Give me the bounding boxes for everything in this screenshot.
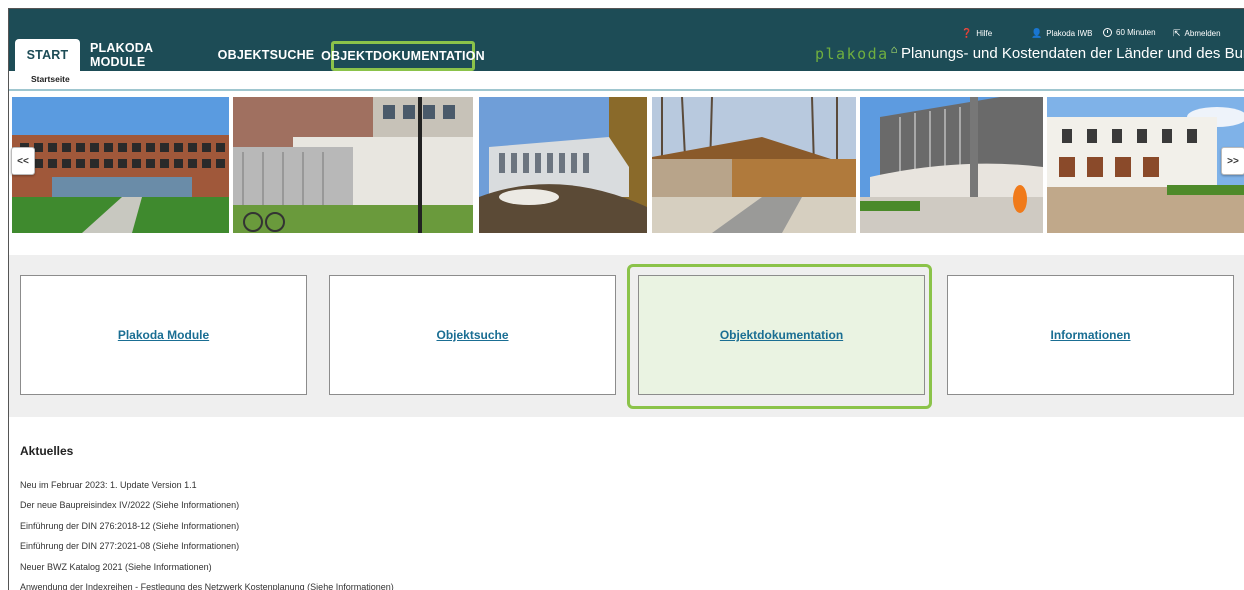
carousel-photo-service-building[interactable] <box>233 97 473 233</box>
logout-label: Abmelden <box>1184 29 1221 38</box>
session-timer: 60 Minuten <box>1103 28 1156 37</box>
tile-objektsuche[interactable]: Objektsuche <box>329 275 616 395</box>
user-link[interactable]: 👤 Plakoda IWB <box>1031 28 1092 39</box>
tile-objektdokumentation-link[interactable]: Objektdokumentation <box>720 328 843 342</box>
plakoda-logo: plakoda ⌂ <box>815 43 899 63</box>
carousel-photo-round-building[interactable] <box>860 97 1043 233</box>
carousel-photo-curved-building[interactable] <box>479 97 647 233</box>
logo-house-icon: ⌂ <box>890 43 899 56</box>
carousel-next-button[interactable]: >> <box>1221 147 1244 175</box>
logout-icon: ⇱ <box>1173 28 1181 38</box>
user-label: Plakoda IWB <box>1046 29 1093 38</box>
breadcrumb: Startseite <box>9 71 1244 91</box>
logo-text: plakoda <box>815 45 889 63</box>
help-icon: ❓ <box>961 28 973 38</box>
news-item: Einführung der DIN 276:2018-12 (Siehe In… <box>20 520 240 531</box>
module-tiles: Plakoda Module Objektsuche Objektdokumen… <box>9 255 1244 417</box>
tab-plakoda-module[interactable]: PLAKODA MODULE <box>90 39 208 71</box>
tile-informationen[interactable]: Informationen <box>947 275 1234 395</box>
tile-objektdokumentation[interactable]: Objektdokumentation <box>638 275 925 395</box>
clock-icon <box>1103 28 1112 37</box>
tab-objektsuche[interactable]: OBJEKTSUCHE <box>218 39 314 71</box>
help-link[interactable]: ❓ Hilfe <box>961 28 992 39</box>
tile-plakoda-module-link[interactable]: Plakoda Module <box>118 328 209 342</box>
breadcrumb-current: Startseite <box>31 74 70 84</box>
top-header: START PLAKODA MODULE OBJEKTSUCHE OBJEKTD… <box>9 9 1244 71</box>
carousel-prev-button[interactable]: << <box>11 147 35 175</box>
news-item: Einführung der DIN 277:2021-08 (Siehe In… <box>20 541 240 552</box>
help-label: Hilfe <box>976 29 993 38</box>
logout-link[interactable]: ⇱ Abmelden <box>1173 28 1221 39</box>
carousel-photo-timber-hall[interactable] <box>652 97 856 233</box>
carousel-photo-terraced-building[interactable] <box>1047 97 1244 233</box>
app-frame: START PLAKODA MODULE OBJEKTSUCHE OBJEKTD… <box>8 8 1244 590</box>
tab-objektdokumentation[interactable]: OBJEKTDOKUMENTATION <box>321 41 485 71</box>
tab-start[interactable]: START <box>15 39 80 71</box>
news-heading: Aktuelles <box>20 444 74 458</box>
timer-label: 60 Minuten <box>1116 28 1156 37</box>
carousel-photo-office[interactable] <box>12 97 229 233</box>
image-carousel: << >> <box>9 97 1244 233</box>
news-item: Neu im Februar 2023: 1. Update Version 1… <box>20 480 197 490</box>
tile-plakoda-module[interactable]: Plakoda Module <box>20 275 307 395</box>
site-title: Planungs- und Kostendaten der Länder und… <box>901 45 1244 62</box>
user-icon: 👤 <box>1031 28 1043 38</box>
tile-informationen-link[interactable]: Informationen <box>1051 328 1131 342</box>
news-item: Neuer BWZ Katalog 2021 (Siehe Informatio… <box>20 561 212 572</box>
news-list: Neu im Februar 2023: 1. Update Version 1… <box>20 479 394 590</box>
tile-objektsuche-link[interactable]: Objektsuche <box>436 328 508 342</box>
news-item: Der neue Baupreisindex IV/2022 (Siehe In… <box>20 500 240 511</box>
